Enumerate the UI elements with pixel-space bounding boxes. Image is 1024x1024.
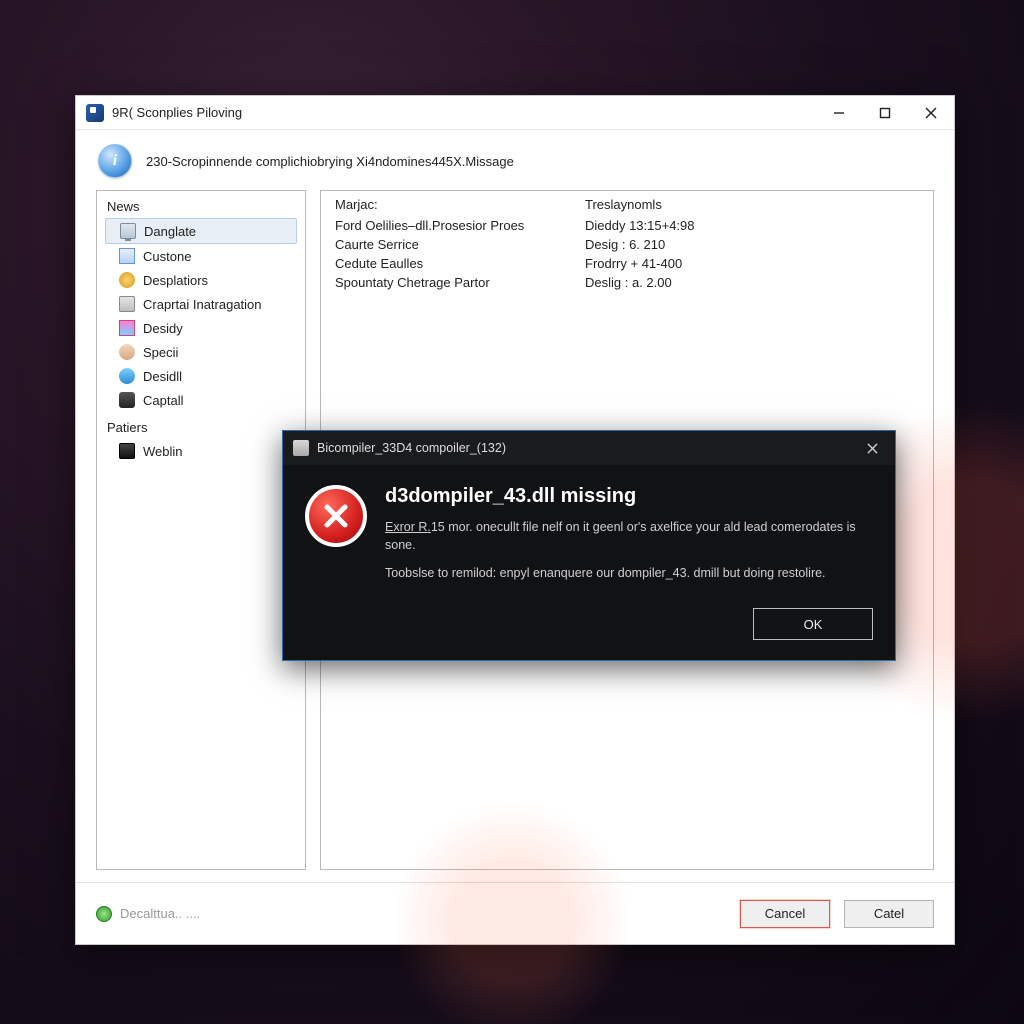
shield-icon <box>119 392 135 408</box>
table-head-c1: Marjac: <box>335 197 585 212</box>
star-icon <box>119 272 135 288</box>
status-ok-icon <box>96 906 112 922</box>
dialog-footer: OK <box>283 598 895 660</box>
dialog-close-button[interactable] <box>859 435 885 461</box>
table-cell: Caurte Serrice <box>335 237 585 252</box>
sidebar-item-desidy[interactable]: Desidy <box>105 316 297 340</box>
sidebar-item-desplatiors[interactable]: Desplatiors <box>105 268 297 292</box>
sidebar-item-weblin[interactable]: Weblin <box>105 439 297 463</box>
table-cell: Ford Oelilies–dll.Prosesior Proes <box>335 218 585 233</box>
side-panel: News Danglate Custone Desplatiors Craprt… <box>96 190 306 870</box>
wave-icon <box>119 368 135 384</box>
sidebar-item-label: Danglate <box>144 224 196 239</box>
info-icon: i <box>98 144 132 178</box>
table-header: Marjac: Treslaynomls <box>335 197 919 216</box>
sidebar-item-label: Weblin <box>143 444 183 459</box>
dialog-heading: d3dompiler_43.dll missing <box>385 485 873 508</box>
table-cell: Dieddy 13:15+4:98 <box>585 218 919 233</box>
terminal-icon <box>119 443 135 459</box>
footer: Decalttua.. .... Cancel Catel <box>76 882 954 944</box>
header-strip: i 230-Scropinnende complichiobrying Xi4n… <box>76 130 954 190</box>
close-button[interactable] <box>908 96 954 130</box>
sidebar-item-label: Specii <box>143 345 178 360</box>
status-text: Decalttua.. .... <box>120 906 200 921</box>
cancel-button[interactable]: Cancel <box>740 900 830 928</box>
minimize-button[interactable] <box>816 96 862 130</box>
status-area: Decalttua.. .... <box>96 906 200 922</box>
table-row: Caurte Serrice Desig : 6. 210 <box>335 235 919 254</box>
sidebar-item-desidll[interactable]: Desidll <box>105 364 297 388</box>
window-title: 9R( Sconplies Piloving <box>112 105 242 120</box>
table-row: Ford Oelilies–dll.Prosesior Proes Dieddy… <box>335 216 919 235</box>
sidebar-item-specii[interactable]: Specii <box>105 340 297 364</box>
sidebar-item-craprtai[interactable]: Craprtai Inatragation <box>105 292 297 316</box>
sidebar-item-label: Desidll <box>143 369 182 384</box>
grid-icon <box>119 320 135 336</box>
sidebar-item-label: Captall <box>143 393 183 408</box>
table-row: Cedute Eaulles Frodrry + 41-400 <box>335 254 919 273</box>
table-cell: Desig : 6. 210 <box>585 237 919 252</box>
sidebar-section-patiers: Patiers <box>105 418 297 439</box>
catel-button[interactable]: Catel <box>844 900 934 928</box>
table-cell: Deslig : a. 2.00 <box>585 275 919 290</box>
monitor-icon <box>120 223 136 239</box>
dialog-titlebar: Bicompiler_33D4 compoiler_(132) <box>283 431 895 465</box>
dialog-paragraph-2: Toobslse to remilod: enpyl enanquere our… <box>385 564 873 582</box>
disk-icon <box>119 296 135 312</box>
error-dialog: Bicompiler_33D4 compoiler_(132) d3dompil… <box>282 430 896 661</box>
table-row: Spountaty Chetrage Partor Deslig : a. 2.… <box>335 273 919 292</box>
dialog-ok-button[interactable]: OK <box>753 608 873 640</box>
file-icon <box>119 248 135 264</box>
sidebar-item-label: Custone <box>143 249 191 264</box>
maximize-button[interactable] <box>862 96 908 130</box>
sidebar-item-danglate[interactable]: Danglate <box>105 218 297 244</box>
sidebar-item-label: Desplatiors <box>143 273 208 288</box>
error-x-icon <box>305 485 367 547</box>
dialog-app-icon <box>293 440 309 456</box>
sidebar-item-label: Craprtai Inatragation <box>143 297 262 312</box>
dialog-text: d3dompiler_43.dll missing Exror R.15 mor… <box>385 485 873 592</box>
dialog-body: d3dompiler_43.dll missing Exror R.15 mor… <box>283 465 895 598</box>
titlebar: 9R( Sconplies Piloving <box>76 96 954 130</box>
table-head-c2: Treslaynomls <box>585 197 662 212</box>
dialog-title: Bicompiler_33D4 compoiler_(132) <box>317 441 506 455</box>
app-icon <box>86 104 104 122</box>
sidebar-item-label: Desidy <box>143 321 183 336</box>
user-icon <box>119 344 135 360</box>
sidebar-item-captall[interactable]: Captall <box>105 388 297 412</box>
dialog-p1-underline: Exror R. <box>385 520 431 534</box>
table-cell: Frodrry + 41-400 <box>585 256 919 271</box>
sidebar-item-custone[interactable]: Custone <box>105 244 297 268</box>
header-subtitle: 230-Scropinnende complichiobrying Xi4ndo… <box>146 154 514 169</box>
dialog-paragraph-1: Exror R.15 mor. onecullt file nelf on it… <box>385 518 873 554</box>
sidebar-section-news: News <box>105 197 297 218</box>
table-cell: Cedute Eaulles <box>335 256 585 271</box>
table-cell: Spountaty Chetrage Partor <box>335 275 585 290</box>
dialog-p1-rest: 15 mor. onecullt file nelf on it geenl o… <box>385 520 856 552</box>
